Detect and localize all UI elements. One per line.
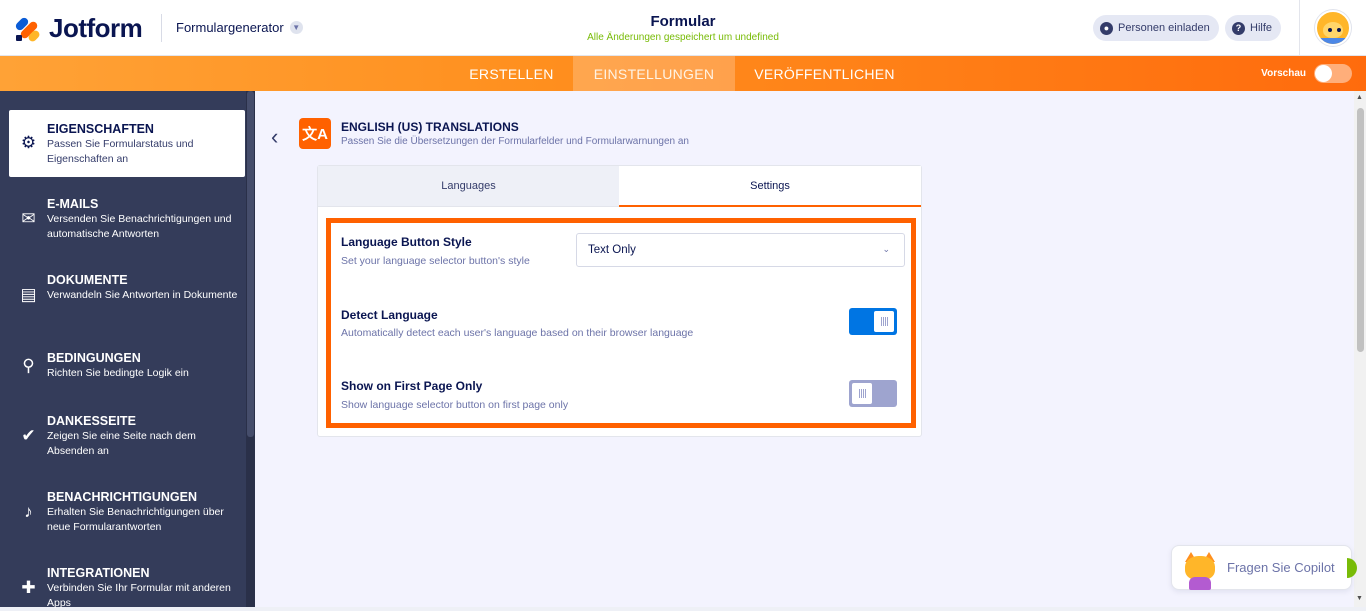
detect-language-toggle[interactable] [849, 308, 897, 335]
sidebar-item-documents[interactable]: ▤ DOKUMENTE Verwandeln Sie Antworten in … [9, 261, 245, 331]
sidebar-item-desc: Passen Sie Formularstatus und Eigenschaf… [47, 138, 194, 165]
toggle-knob [852, 383, 872, 404]
sidebar-item-title: DANKESSEITE [47, 414, 136, 428]
sidebar-item-desc: Erhalten Sie Benachrichtigungen über neu… [47, 506, 224, 533]
sidebar-item-conditions[interactable]: ⚲ BEDINGUNGEN Richten Sie bedingte Logik… [9, 339, 245, 394]
scroll-down-icon[interactable]: ▼ [1356, 595, 1363, 602]
tab-publish[interactable]: VERÖFFENTLICHEN [737, 56, 912, 91]
preview-control: Vorschau [1261, 64, 1352, 83]
main-scrollbar[interactable]: ▲ ▼ [1354, 91, 1366, 607]
button-style-value: Text Only [588, 244, 636, 256]
gear-icon: ⚙ [20, 133, 37, 152]
first-page-toggle[interactable] [849, 380, 897, 407]
scroll-up-icon[interactable]: ▲ [1356, 94, 1363, 101]
settings-panel: Language Button Style Set your language … [326, 218, 916, 428]
first-page-label: Show on First Page Only [341, 379, 483, 393]
sidebar-item-thankyou[interactable]: ✔ DANKESSEITE Zeigen Sie eine Seite nach… [9, 402, 245, 472]
sidebar-item-desc: Zeigen Sie eine Seite nach dem Absenden … [47, 430, 196, 457]
page-title: ENGLISH (US) TRANSLATIONS [341, 120, 519, 134]
avatar[interactable] [1315, 10, 1351, 46]
page-subtitle: Passen Sie die Übersetzungen der Formula… [341, 136, 689, 147]
tab-translation-settings[interactable]: Settings [619, 166, 921, 207]
translations-card: Languages Settings Language Button Style… [317, 165, 922, 437]
sidebar-item-desc: Versenden Sie Benachrichtigungen und aut… [47, 213, 232, 240]
sidebar-item-emails[interactable]: ✉ E-MAILS Versenden Sie Benachrichtigung… [9, 185, 245, 255]
account-area [1299, 0, 1366, 56]
brand-name: Jotform [49, 13, 143, 43]
sidebar-item-desc: Verwandeln Sie Antworten in Dokumente [47, 289, 238, 301]
save-status: Alle Änderungen gespeichert um undefined [587, 32, 779, 43]
user-icon: ● [1100, 21, 1113, 35]
toggle-knob [874, 311, 894, 332]
chevron-down-icon: ▼ [289, 21, 303, 34]
chevron-down-icon: ⌄ [882, 244, 890, 254]
main-content: ‹ 文A ENGLISH (US) TRANSLATIONS Passen Si… [255, 91, 1366, 607]
help-button[interactable]: ? Hilfe [1225, 15, 1282, 41]
check-circle-icon: ✔ [21, 426, 36, 445]
copilot-avatar-icon [1180, 552, 1220, 590]
button-style-label: Language Button Style [341, 235, 472, 249]
sidebar-item-integrations[interactable]: ✚ INTEGRATIONEN Verbinden Sie Ihr Formul… [9, 554, 245, 609]
sidebar-item-title: EIGENSCHAFTEN [47, 122, 154, 136]
builder-title: Formulargenerator [176, 20, 284, 35]
detect-language-label: Detect Language [341, 308, 438, 322]
first-page-desc: Show language selector button on first p… [341, 399, 569, 411]
help-icon: ? [1232, 21, 1245, 35]
sidebar-item-title: BEDINGUNGEN [47, 351, 141, 365]
document-icon: ▤ [20, 285, 37, 304]
button-style-select[interactable]: Text Only ⌄ [576, 233, 905, 267]
translation-tabs: Languages Settings [318, 166, 921, 207]
invite-people-button[interactable]: ● Personen einladen [1093, 15, 1219, 41]
envelope-icon: ✉ [21, 209, 36, 228]
button-style-desc: Set your language selector button's styl… [341, 255, 530, 267]
sidebar-item-title: E-MAILS [47, 197, 99, 211]
tab-settings[interactable]: EINSTELLUNGEN [573, 56, 735, 91]
sidebar-item-desc: Richten Sie bedingte Logik ein [47, 367, 189, 379]
back-arrow-icon[interactable]: ‹ [271, 124, 278, 150]
copilot-button[interactable]: Fragen Sie Copilot [1171, 545, 1357, 590]
puzzle-icon: ✚ [21, 578, 36, 597]
detect-language-desc: Automatically detect each user's languag… [341, 327, 694, 339]
invite-people-label: Personen einladen [1118, 22, 1210, 34]
tab-create[interactable]: ERSTELLEN [452, 56, 571, 91]
jotform-logo[interactable]: Jotform [14, 13, 143, 44]
builder-nav: ERSTELLEN EINSTELLUNGEN VERÖFFENTLICHEN … [0, 56, 1366, 91]
jotform-logo-icon [14, 15, 42, 43]
top-header: Jotform Formulargenerator ▼ Formular All… [0, 0, 1366, 56]
sidebar-item-notifications[interactable]: ♪ BENACHRICHTIGUNGEN Erhalten Sie Benach… [9, 478, 245, 548]
help-label: Hilfe [1250, 22, 1273, 34]
preview-toggle[interactable] [1314, 64, 1352, 83]
preview-label: Vorschau [1261, 68, 1306, 79]
settings-sidebar: ⚙ EIGENSCHAFTEN Passen Sie Formularstatu… [0, 91, 255, 609]
tab-languages[interactable]: Languages [318, 166, 619, 207]
sidebar-item-title: INTEGRATIONEN [47, 566, 150, 580]
builder-switcher[interactable]: Formulargenerator ▼ [176, 20, 303, 35]
sidebar-item-title: DOKUMENTE [47, 273, 128, 287]
bell-icon: ♪ [24, 502, 33, 521]
form-title[interactable]: Formular [533, 13, 833, 30]
sidebar-scrollbar[interactable] [246, 91, 255, 607]
hierarchy-icon: ⚲ [22, 356, 35, 375]
sidebar-item-properties[interactable]: ⚙ EIGENSCHAFTEN Passen Sie Formularstatu… [9, 110, 245, 177]
header-divider [161, 14, 162, 42]
translate-icon: 文A [299, 118, 331, 149]
copilot-label: Fragen Sie Copilot [1227, 560, 1335, 575]
sidebar-item-title: BENACHRICHTIGUNGEN [47, 490, 197, 504]
